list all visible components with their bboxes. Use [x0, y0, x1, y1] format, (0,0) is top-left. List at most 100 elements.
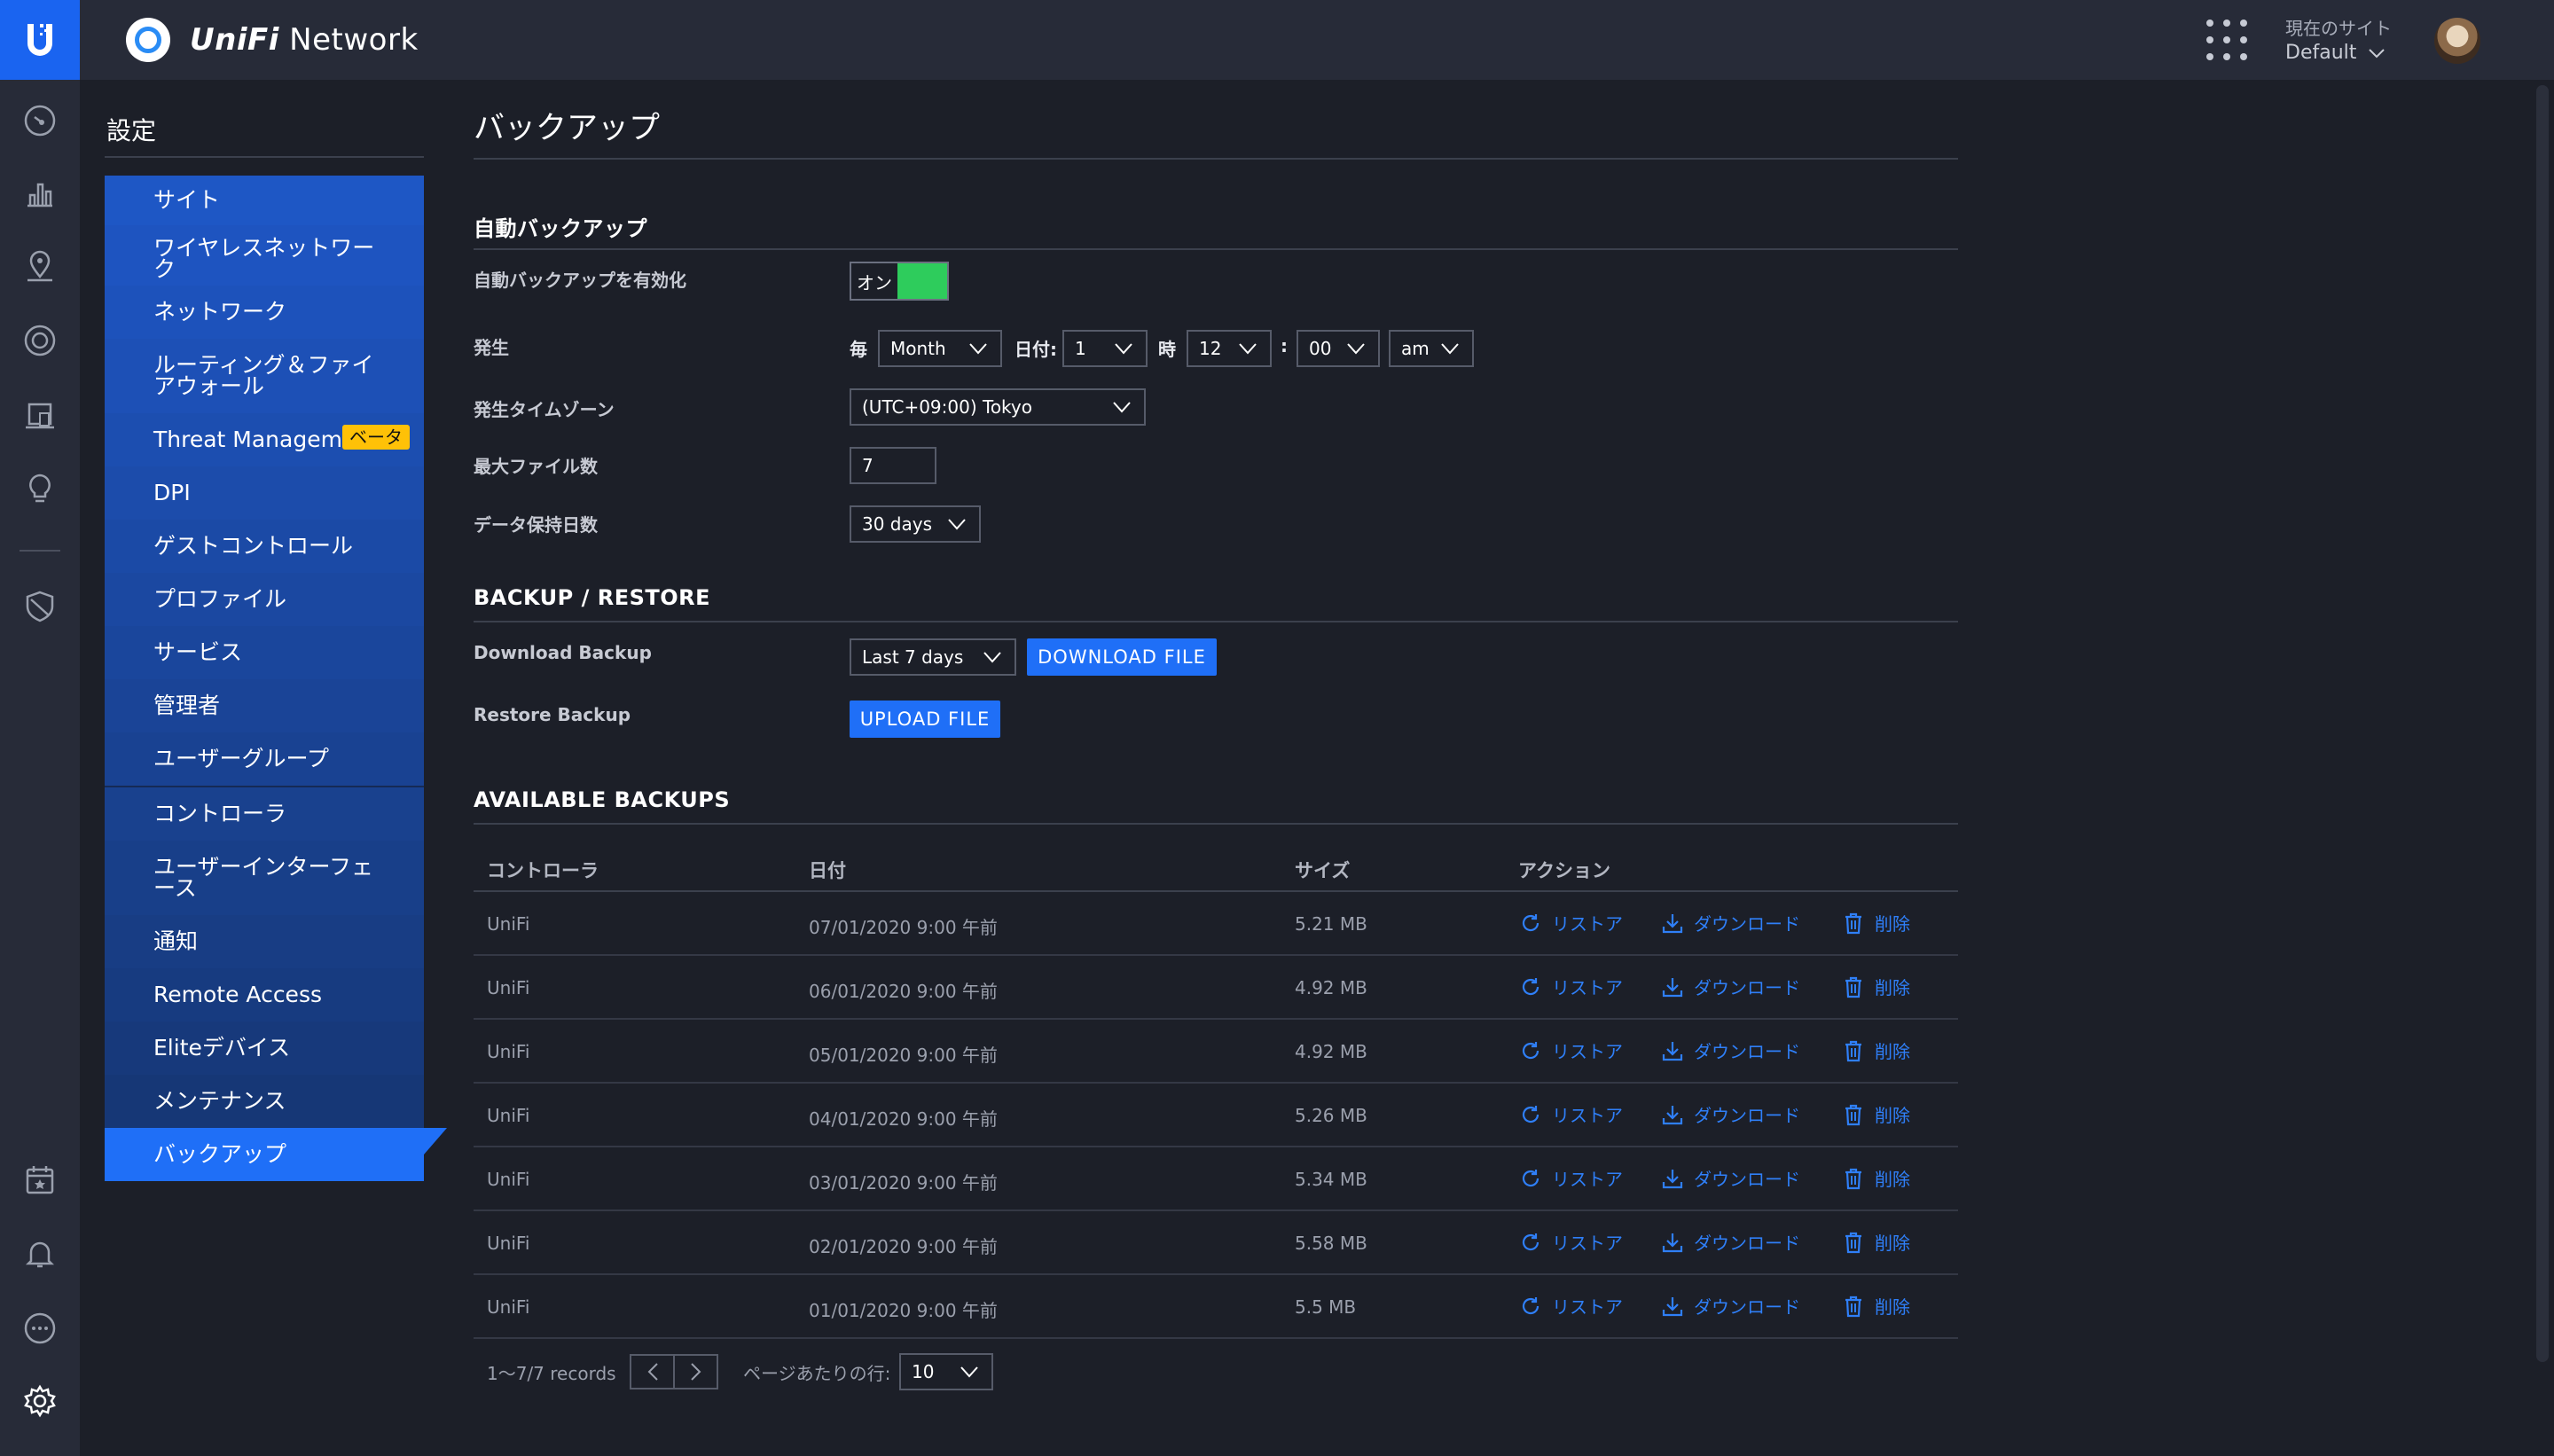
- download-action[interactable]: ダウンロード: [1660, 974, 1800, 999]
- chevron-down-icon: [1113, 402, 1131, 413]
- delete-action[interactable]: 削除: [1841, 1293, 1910, 1319]
- table-row: UniFi 01/01/2020 9:00 午前 5.5 MB リストア ダウン…: [474, 1275, 1958, 1339]
- shield-icon[interactable]: [20, 587, 59, 626]
- download-file-button[interactable]: DOWNLOAD FILE: [1027, 638, 1217, 676]
- trash-icon: [1845, 1168, 1861, 1189]
- row-size: 5.58 MB: [1295, 1233, 1367, 1254]
- download-action[interactable]: ダウンロード: [1660, 1165, 1800, 1191]
- backup-restore-section-rule: [474, 621, 1958, 622]
- backup-restore-section-title: BACKUP / RESTORE: [474, 585, 711, 610]
- settings-title-rule: [105, 156, 424, 158]
- download-action[interactable]: ダウンロード: [1660, 1293, 1800, 1319]
- restore-icon: [1522, 977, 1539, 995]
- restore-action[interactable]: リストア: [1518, 1101, 1623, 1127]
- period-select[interactable]: Month: [878, 330, 1002, 367]
- user-avatar[interactable]: [2434, 18, 2480, 64]
- settings-item-threat-management[interactable]: Threat Managemen ベータ: [105, 413, 424, 466]
- statistics-icon[interactable]: [20, 174, 59, 213]
- max-files-input[interactable]: 7: [850, 447, 936, 484]
- devices-icon[interactable]: [20, 321, 59, 360]
- delete-action[interactable]: 削除: [1841, 1101, 1910, 1127]
- page-title: バックアップ: [474, 111, 661, 146]
- row-size: 4.92 MB: [1295, 977, 1367, 998]
- download-action[interactable]: ダウンロード: [1660, 1037, 1800, 1063]
- date-select[interactable]: 1: [1062, 330, 1148, 367]
- settings-item-user-interface[interactable]: ユーザーインターフェース: [105, 841, 424, 915]
- auto-backup-toggle[interactable]: オン: [850, 262, 949, 301]
- row-date: 01/01/2020 9:00 午前: [809, 1300, 998, 1321]
- minute-select[interactable]: 00: [1297, 330, 1380, 367]
- restore-action[interactable]: リストア: [1518, 1293, 1623, 1319]
- app-title: UniFi Network: [190, 22, 419, 58]
- download-action[interactable]: ダウンロード: [1660, 910, 1800, 935]
- row-date: 06/01/2020 9:00 午前: [809, 981, 998, 1002]
- current-site-selector[interactable]: 現在のサイト Default: [2285, 14, 2409, 67]
- delete-action[interactable]: 削除: [1841, 1037, 1910, 1063]
- restore-action[interactable]: リストア: [1518, 1165, 1623, 1191]
- prev-page-button[interactable]: [631, 1356, 675, 1388]
- settings-item-controller[interactable]: コントローラ: [105, 786, 424, 841]
- settings-item-services[interactable]: サービス: [105, 626, 424, 679]
- bell-icon[interactable]: [20, 1234, 59, 1273]
- trash-icon: [1845, 976, 1861, 998]
- settings-item-user-groups[interactable]: ユーザーグループ: [105, 732, 424, 786]
- download-range-select[interactable]: Last 7 days: [850, 638, 1016, 676]
- restore-backup-label: Restore Backup: [474, 704, 631, 725]
- restore-icon: [1522, 1105, 1539, 1123]
- settings-item-notifications[interactable]: 通知: [105, 915, 424, 968]
- settings-item-profiles[interactable]: プロファイル: [105, 573, 424, 626]
- map-icon[interactable]: [20, 247, 59, 286]
- calendar-icon[interactable]: [20, 1160, 59, 1199]
- insights-icon[interactable]: [20, 468, 59, 507]
- settings-item-wireless[interactable]: ワイヤレスネットワーク: [105, 225, 424, 286]
- app-brand[interactable]: UniFi Network: [126, 16, 419, 64]
- clients-icon[interactable]: [20, 395, 59, 434]
- download-icon: [1662, 1041, 1683, 1061]
- chevron-down-icon: [1239, 343, 1257, 355]
- timezone-select[interactable]: (UTC+09:00) Tokyo: [850, 388, 1146, 426]
- delete-action[interactable]: 削除: [1841, 974, 1910, 999]
- ubiquiti-logo-icon[interactable]: [0, 0, 80, 80]
- chat-icon[interactable]: [20, 1309, 59, 1348]
- download-action[interactable]: ダウンロード: [1660, 1229, 1800, 1255]
- settings-item-network[interactable]: ネットワーク: [105, 286, 424, 339]
- settings-item-remote-access[interactable]: Remote Access: [105, 968, 424, 1022]
- row-size: 5.21 MB: [1295, 913, 1367, 935]
- delete-action[interactable]: 削除: [1841, 1229, 1910, 1255]
- toggle-state-text: オン: [851, 263, 897, 299]
- settings-item-routing[interactable]: ルーティング＆ファイアウォール: [105, 339, 424, 413]
- settings-item-admins[interactable]: 管理者: [105, 679, 424, 732]
- rail-divider: [20, 550, 60, 552]
- chevron-down-icon: [983, 652, 1001, 663]
- next-page-button[interactable]: [675, 1356, 717, 1388]
- settings-item-backup[interactable]: バックアップ: [105, 1128, 447, 1181]
- restore-action[interactable]: リストア: [1518, 1229, 1623, 1255]
- rows-per-page-select[interactable]: 10: [899, 1353, 993, 1390]
- retention-select[interactable]: 30 days: [850, 505, 981, 543]
- download-icon: [1662, 1105, 1683, 1124]
- settings-item-guest-control[interactable]: ゲストコントロール: [105, 520, 424, 573]
- delete-action[interactable]: 削除: [1841, 1165, 1910, 1191]
- settings-item-maintenance[interactable]: メンテナンス: [105, 1075, 424, 1128]
- gear-icon[interactable]: [20, 1382, 59, 1421]
- settings-item-elite-devices[interactable]: Eliteデバイス: [105, 1022, 424, 1075]
- restore-action[interactable]: リストア: [1518, 974, 1623, 999]
- settings-item-site[interactable]: サイト: [105, 176, 424, 225]
- row-size: 5.34 MB: [1295, 1169, 1367, 1190]
- row-date: 02/01/2020 9:00 午前: [809, 1236, 998, 1257]
- table-row: UniFi 07/01/2020 9:00 午前 5.21 MB リストア ダウ…: [474, 892, 1958, 956]
- table-row: UniFi 04/01/2020 9:00 午前 5.26 MB リストア ダウ…: [474, 1084, 1958, 1147]
- chevron-down-icon: [1441, 343, 1459, 355]
- page-scrollbar[interactable]: [2536, 85, 2549, 1362]
- upload-file-button[interactable]: UPLOAD FILE: [850, 701, 1000, 738]
- dashboard-icon[interactable]: [20, 101, 59, 140]
- settings-item-dpi[interactable]: DPI: [105, 466, 424, 520]
- column-header-controller: コントローラ: [487, 860, 599, 881]
- ampm-select[interactable]: am: [1389, 330, 1474, 367]
- apps-grid-icon[interactable]: [2206, 20, 2247, 60]
- download-action[interactable]: ダウンロード: [1660, 1101, 1800, 1127]
- hour-select[interactable]: 12: [1187, 330, 1272, 367]
- restore-action[interactable]: リストア: [1518, 1037, 1623, 1063]
- delete-action[interactable]: 削除: [1841, 910, 1910, 935]
- restore-action[interactable]: リストア: [1518, 910, 1623, 935]
